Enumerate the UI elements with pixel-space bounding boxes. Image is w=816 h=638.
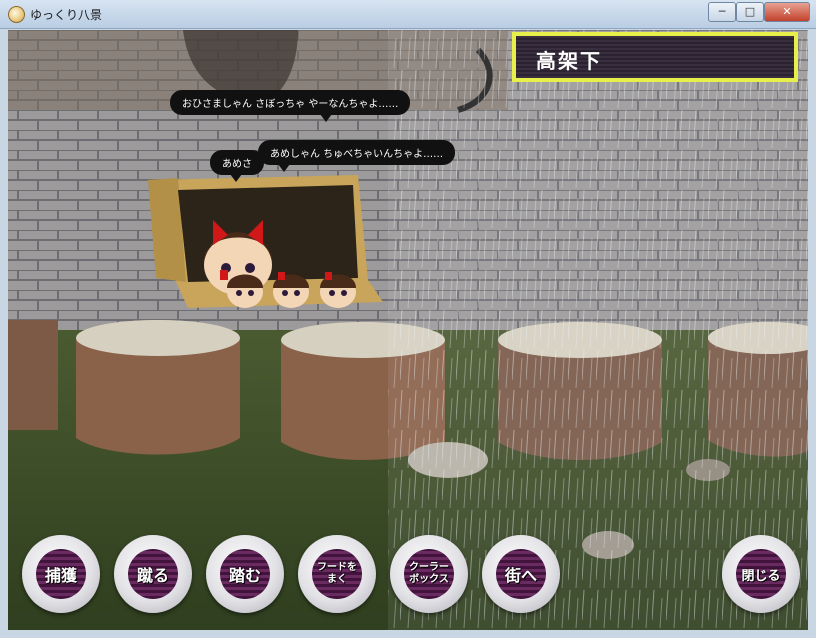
maximize-button[interactable]: □ (736, 2, 764, 22)
close-menu-button-face: 閉じる (736, 549, 786, 599)
stomp-label: 踏む (228, 566, 261, 585)
window-title: ゆっくり八景 (30, 8, 103, 22)
speech-bubble-3: あめさ (210, 150, 264, 182)
cooler-box-button-face: クーラー ボックス (404, 549, 454, 599)
kick-button[interactable]: 蹴る (114, 535, 192, 613)
location-banner: 高架下 (512, 32, 798, 82)
close-menu-label: 閉じる (741, 568, 781, 584)
capture-button-face: 捕獲 (36, 549, 86, 599)
cooler-box-button[interactable]: クーラー ボックス (390, 535, 468, 613)
speech-bubble-1: おひさましゃん さぼっちゃ やーなんちゃよ…… (170, 90, 411, 122)
app-icon (8, 6, 25, 23)
close-window-button[interactable]: ✕ (764, 2, 810, 22)
kick-label: 蹴る (136, 566, 169, 585)
game-scene: 高架下 おひさましゃん さぼっちゃ やーなんちゃよ…… あめさ あめしゃん ちゅ… (8, 30, 808, 630)
scatter-food-label: フードを まく (317, 562, 357, 585)
kick-button-face: 蹴る (128, 549, 178, 599)
close-menu-button[interactable]: 閉じる (722, 535, 800, 613)
speech-bubble-2: あめしゃん ちゅべちゃいんちゃよ…… (258, 140, 456, 172)
cooler-box-label: クーラー ボックス (409, 562, 449, 585)
to-town-button-face: 街へ (496, 549, 546, 599)
scatter-food-button-face: フードを まく (312, 549, 362, 599)
stomp-button-face: 踏む (220, 549, 270, 599)
location-name: 高架下 (536, 49, 602, 73)
scatter-food-button[interactable]: フードを まく (298, 535, 376, 613)
to-town-label: 街へ (504, 566, 537, 585)
capture-button[interactable]: 捕獲 (22, 535, 100, 613)
window-titlebar: ゆっくり八景 ─ □ ✕ (0, 0, 816, 29)
minimize-button[interactable]: ─ (708, 2, 736, 22)
stomp-button[interactable]: 踏む (206, 535, 284, 613)
capture-label: 捕獲 (44, 566, 77, 585)
to-town-button[interactable]: 街へ (482, 535, 560, 613)
